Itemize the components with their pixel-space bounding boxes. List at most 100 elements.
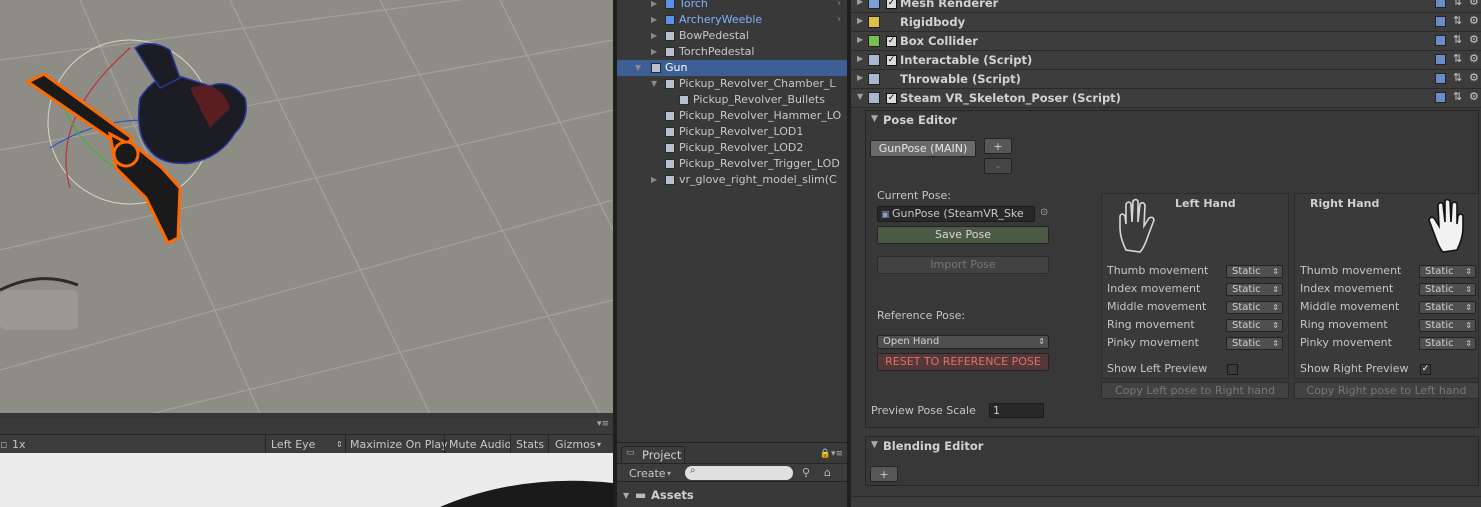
help-icon[interactable] xyxy=(1435,35,1446,46)
collapse-arrow-icon[interactable]: ▶ xyxy=(857,35,863,44)
collapse-arrow-icon[interactable]: ▶ xyxy=(651,28,657,44)
collapse-arrow-icon[interactable]: ▶ xyxy=(651,172,657,188)
chevron-right-icon[interactable]: › xyxy=(837,0,841,12)
reference-pose-dropdown[interactable]: Open Hand ⇕ xyxy=(877,335,1049,349)
gear-icon[interactable]: ⚙ xyxy=(1469,90,1479,103)
hierarchy-item[interactable]: Pickup_Revolver_Hammer_LO xyxy=(617,108,847,124)
reset-reference-pose-button[interactable]: RESET TO REFERENCE POSE xyxy=(877,353,1049,371)
help-icon[interactable] xyxy=(1435,0,1446,8)
create-dropdown[interactable]: Create xyxy=(629,467,666,480)
component-header[interactable]: ▶ ✓ Mesh Renderer ⇅ ⚙ xyxy=(851,0,1481,13)
movement-dropdown[interactable]: Static ⇕ xyxy=(1226,337,1283,350)
remove-pose-button[interactable]: - xyxy=(984,158,1012,174)
tab-menu-icon[interactable]: ▾≡ xyxy=(597,419,609,429)
gear-icon[interactable]: ⚙ xyxy=(1469,0,1479,8)
copy-left-to-right-button[interactable]: Copy Left pose to Right hand xyxy=(1101,382,1289,399)
preset-icon[interactable]: ⇅ xyxy=(1453,71,1462,84)
hierarchy-item[interactable]: ▶ vr_glove_right_model_slim(C xyxy=(617,172,847,188)
hierarchy-item[interactable]: ▼ Gun xyxy=(617,60,847,76)
component-enabled-checkbox[interactable]: ✓ xyxy=(886,55,897,66)
game-view[interactable] xyxy=(0,453,613,507)
component-enabled-checkbox[interactable]: ✓ xyxy=(886,36,897,47)
search-input[interactable]: ⌕ xyxy=(685,465,793,480)
gear-icon[interactable]: ⚙ xyxy=(1469,52,1479,65)
next-component-row[interactable] xyxy=(851,496,1481,507)
pose-tab-main[interactable]: GunPose (MAIN) xyxy=(870,140,976,157)
help-icon[interactable] xyxy=(1435,73,1446,84)
component-header[interactable]: ▶ Throwable (Script) ⇅ ⚙ xyxy=(851,70,1481,89)
maximize-on-play-toggle[interactable]: Maximize On Play xyxy=(350,438,448,451)
copy-right-to-left-button[interactable]: Copy Right pose to Left hand xyxy=(1294,382,1479,399)
expand-arrow-icon[interactable]: ▼ xyxy=(651,76,657,92)
preset-icon[interactable]: ⇅ xyxy=(1453,14,1462,27)
hierarchy-item[interactable]: Pickup_Revolver_LOD1 xyxy=(617,124,847,140)
collapse-arrow-icon[interactable]: ▼ xyxy=(871,440,878,450)
gear-icon[interactable]: ⚙ xyxy=(1469,33,1479,46)
stats-toggle[interactable]: Stats xyxy=(516,438,544,451)
scale-label[interactable]: 1x xyxy=(12,438,26,451)
collapse-arrow-icon[interactable]: ▶ xyxy=(857,16,863,25)
preset-icon[interactable]: ⇅ xyxy=(1453,33,1462,46)
scale-slider-handle[interactable]: ▫ xyxy=(0,438,7,451)
collapse-arrow-icon[interactable]: ▶ xyxy=(651,0,657,12)
movement-dropdown[interactable]: Static ⇕ xyxy=(1226,283,1283,296)
preset-icon[interactable]: ⇅ xyxy=(1453,90,1462,103)
movement-dropdown[interactable]: Static ⇕ xyxy=(1419,319,1476,332)
collapse-arrow-icon[interactable]: ▶ xyxy=(651,12,657,28)
gear-icon[interactable]: ⚙ xyxy=(1469,71,1479,84)
collapse-arrow-icon[interactable]: ▼ xyxy=(871,114,878,124)
preset-icon[interactable]: ⇅ xyxy=(1453,52,1462,65)
tab-project[interactable]: ▭ Project xyxy=(621,446,685,463)
movement-dropdown[interactable]: Static ⇕ xyxy=(1419,337,1476,350)
collapse-arrow-icon[interactable]: ▶ xyxy=(857,0,863,6)
expand-arrow-icon[interactable]: ▼ xyxy=(857,92,863,101)
save-pose-button[interactable]: Save Pose xyxy=(877,226,1049,244)
object-picker-icon[interactable]: ⊙ xyxy=(1040,207,1048,218)
collapse-arrow-icon[interactable]: ▶ xyxy=(857,54,863,63)
component-header[interactable]: ▶ ✓ Interactable (Script) ⇅ ⚙ xyxy=(851,51,1481,70)
expand-arrow-icon[interactable]: ▼ xyxy=(635,60,641,76)
hierarchy-item[interactable]: Pickup_Revolver_LOD2 xyxy=(617,140,847,156)
movement-dropdown[interactable]: Static ⇕ xyxy=(1419,283,1476,296)
hierarchy-item[interactable]: ▶ ArcheryWeeble › xyxy=(617,12,847,28)
movement-dropdown[interactable]: Static ⇕ xyxy=(1226,301,1283,314)
show-right-preview-checkbox[interactable]: ✓ xyxy=(1420,364,1431,375)
movement-dropdown[interactable]: Static ⇕ xyxy=(1419,301,1476,314)
hierarchy-item[interactable]: ▶ Torch › xyxy=(617,0,847,12)
help-icon[interactable] xyxy=(1435,16,1446,27)
hierarchy-item[interactable]: ▶ TorchPedestal xyxy=(617,44,847,60)
hierarchy-item[interactable]: ▶ BowPedestal xyxy=(617,28,847,44)
gizmos-dropdown[interactable]: Gizmos xyxy=(555,438,596,451)
add-pose-button[interactable]: + xyxy=(984,138,1012,154)
component-header[interactable]: ▼ ✓ Steam VR_Skeleton_Poser (Script) ⇅ ⚙ xyxy=(851,89,1481,108)
display-dropdown[interactable]: Left Eye xyxy=(271,438,315,451)
expand-arrow-icon[interactable]: ▼ xyxy=(623,491,629,500)
collapse-arrow-icon[interactable]: ▶ xyxy=(651,44,657,60)
help-icon[interactable] xyxy=(1435,92,1446,103)
preset-icon[interactable]: ⇅ xyxy=(1453,0,1462,8)
movement-dropdown[interactable]: Static ⇕ xyxy=(1419,265,1476,278)
help-icon[interactable] xyxy=(1435,54,1446,65)
import-pose-button[interactable]: Import Pose xyxy=(877,256,1049,274)
component-enabled-checkbox[interactable]: ✓ xyxy=(886,0,897,9)
lock-icon[interactable]: 🔒▾≡ xyxy=(820,449,843,459)
chevron-right-icon[interactable]: › xyxy=(837,12,841,28)
movement-dropdown[interactable]: Static ⇕ xyxy=(1226,265,1283,278)
show-left-preview-checkbox[interactable] xyxy=(1227,364,1238,375)
preview-scale-input[interactable]: 1 xyxy=(989,403,1044,418)
component-enabled-checkbox[interactable]: ✓ xyxy=(886,93,897,104)
component-header[interactable]: ▶ Rigidbody ⇅ ⚙ xyxy=(851,13,1481,32)
current-pose-field[interactable]: ▣ GunPose (SteamVR_Ske xyxy=(877,206,1035,222)
tag-icon[interactable]: ⌂ xyxy=(824,466,831,479)
assets-folder[interactable]: Assets xyxy=(651,488,694,502)
revolver-and-glove[interactable] xyxy=(20,38,265,248)
add-blend-button[interactable]: + xyxy=(870,466,898,482)
movement-dropdown[interactable]: Static ⇕ xyxy=(1226,319,1283,332)
hierarchy-item[interactable]: Pickup_Revolver_Bullets xyxy=(617,92,847,108)
mute-audio-toggle[interactable]: Mute Audio xyxy=(449,438,511,451)
hierarchy-item[interactable]: Pickup_Revolver_Trigger_LOD xyxy=(617,156,847,172)
filter-icon[interactable]: ⚲ xyxy=(802,466,810,479)
collapse-arrow-icon[interactable]: ▶ xyxy=(857,73,863,82)
hierarchy-item[interactable]: ▼ Pickup_Revolver_Chamber_L xyxy=(617,76,847,92)
gear-icon[interactable]: ⚙ xyxy=(1469,14,1479,27)
